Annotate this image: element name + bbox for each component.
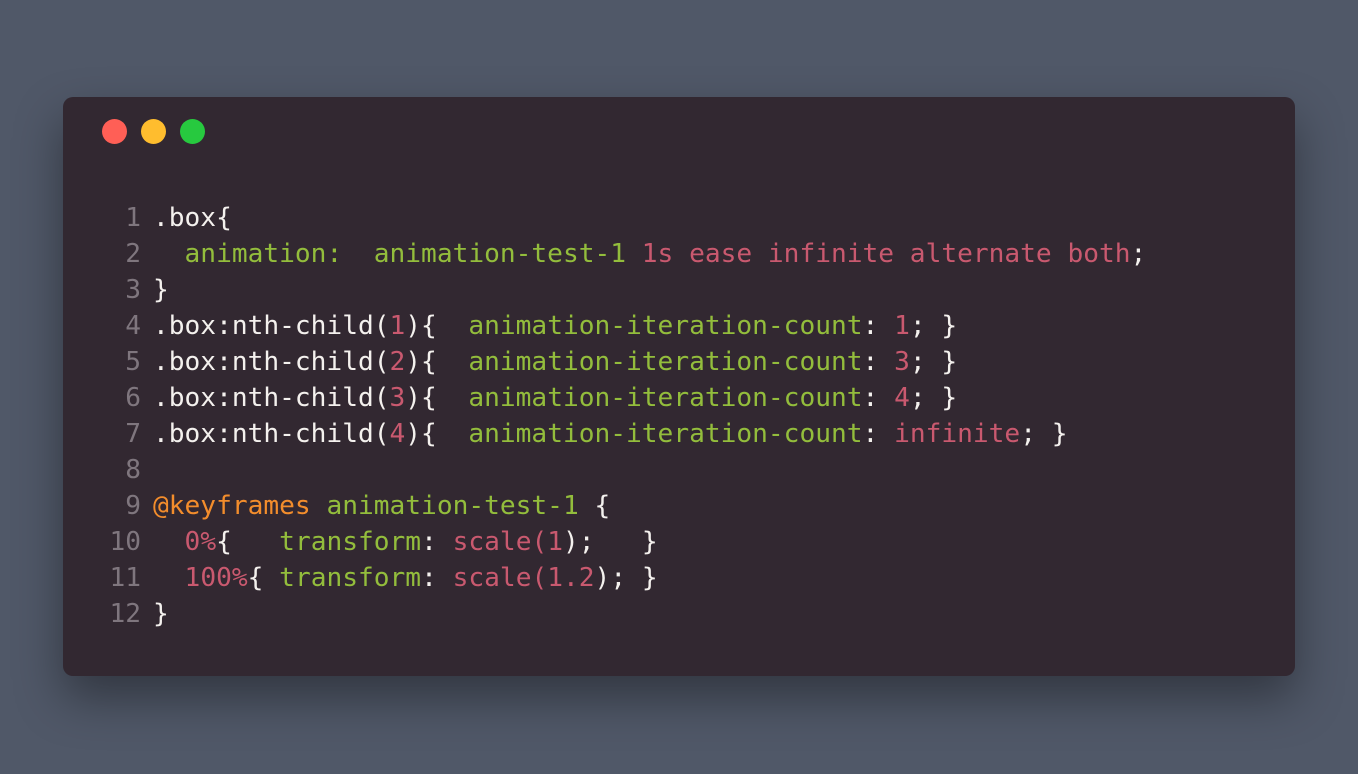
code-token: } — [153, 599, 169, 629]
code-line: 6 .box:nth-child(3){ animation-iteration-… — [63, 380, 1295, 416]
code-token: : — [862, 383, 895, 413]
line-number: 1 — [125, 203, 141, 233]
code-token: : — [862, 347, 895, 377]
code-token: 3 — [894, 347, 910, 377]
code-token: @keyframes — [153, 491, 311, 521]
code-token: .box:nth-child( — [153, 311, 390, 341]
code-token: ){ — [405, 383, 469, 413]
code-line: 11 100%{ transform: scale(1.2); } — [63, 560, 1295, 596]
code-token: animation-test-1 — [326, 491, 579, 521]
code-token: animation-iteration-count — [468, 419, 863, 449]
code-token: 1 — [894, 311, 910, 341]
code-token: animation-iteration-count — [468, 311, 863, 341]
code-token: .box:nth-child( — [153, 419, 390, 449]
close-dot-icon[interactable] — [102, 119, 127, 144]
code-token: 2 — [389, 347, 406, 377]
code-line: 7 .box:nth-child(4){ animation-iteration-… — [63, 416, 1295, 452]
code-block: 1 .box{2 animation: animation-test-1 1s e… — [63, 200, 1295, 632]
window-controls — [102, 119, 205, 144]
code-line: 3} — [63, 272, 1295, 308]
line-number: 11 — [109, 563, 141, 593]
minimize-dot-icon[interactable] — [141, 119, 166, 144]
code-line: 10 0%{ transform: scale(1); } — [63, 524, 1295, 560]
code-token: scale( — [452, 563, 548, 593]
line-number: 5 — [125, 347, 141, 377]
code-token: : — [862, 311, 895, 341]
code-token: { — [216, 527, 280, 557]
code-text: .box:nth-child(2){ animation-iteration-c… — [153, 344, 957, 380]
code-window: 1 .box{2 animation: animation-test-1 1s e… — [63, 97, 1295, 676]
line-number: 4 — [125, 311, 141, 341]
code-token: ){ — [405, 311, 469, 341]
line-number: 9 — [125, 491, 141, 521]
code-token: animation-test-1 — [373, 239, 627, 269]
code-token: animation-iteration-count — [468, 383, 863, 413]
code-token: ); } — [594, 563, 658, 593]
code-token: } — [153, 275, 169, 305]
line-number: 10 — [109, 527, 141, 557]
code-line: 8 — [63, 452, 1295, 488]
code-line: 1 .box{ — [63, 200, 1295, 236]
code-token: 1s ease infinite alternate both — [626, 239, 1131, 269]
code-token: { — [578, 491, 611, 521]
code-token: ; } — [909, 311, 958, 341]
maximize-dot-icon[interactable] — [180, 119, 205, 144]
code-token: .box:nth-child( — [153, 383, 390, 413]
code-token: : — [326, 239, 374, 269]
code-token: 1 — [389, 311, 406, 341]
code-token: 1.2 — [547, 563, 595, 593]
code-text: 100%{ transform: scale(1.2); } — [153, 560, 658, 596]
code-text: .box:nth-child(3){ animation-iteration-c… — [153, 380, 957, 416]
line-number: 7 — [125, 419, 141, 449]
line-number: 2 — [125, 239, 141, 269]
code-line: 12} — [63, 596, 1295, 632]
code-token: transform — [279, 563, 422, 593]
code-token: ; — [1130, 239, 1147, 269]
line-number: 3 — [125, 275, 141, 305]
code-line: 9 @keyframes animation-test-1 { — [63, 488, 1295, 524]
code-token: .box:nth-child( — [153, 347, 390, 377]
code-token: ){ — [405, 347, 469, 377]
code-text: .box:nth-child(1){ animation-iteration-c… — [153, 308, 957, 344]
code-token: : — [421, 563, 453, 593]
code-token: ; } — [909, 383, 958, 413]
code-token: 100% — [184, 563, 248, 593]
line-number: 12 — [109, 599, 141, 629]
code-token: ); } — [563, 527, 658, 557]
code-token: ){ — [405, 419, 469, 449]
code-token: 1 — [547, 527, 564, 557]
line-number: 6 — [125, 383, 141, 413]
code-text: .box:nth-child(4){ animation-iteration-c… — [153, 416, 1068, 452]
code-token: ; } — [1020, 419, 1068, 449]
code-text: 0%{ transform: scale(1); } — [153, 524, 658, 560]
code-token: ; } — [909, 347, 958, 377]
code-token: 4 — [894, 383, 910, 413]
code-token: animation — [153, 239, 327, 269]
code-text: animation: animation-test-1 1s ease infi… — [153, 236, 1147, 272]
code-token: .box{ — [153, 203, 232, 233]
code-text: } — [153, 272, 169, 308]
line-number: 8 — [125, 455, 141, 485]
code-token: : — [862, 419, 895, 449]
code-line: 2 animation: animation-test-1 1s ease in… — [63, 236, 1295, 272]
code-line: 4 .box:nth-child(1){ animation-iteration-… — [63, 308, 1295, 344]
code-token: { — [247, 563, 280, 593]
code-token: transform — [279, 527, 422, 557]
code-text: .box{ — [153, 200, 232, 236]
code-text: } — [153, 596, 169, 632]
code-token: 3 — [389, 383, 406, 413]
code-token: 4 — [389, 419, 406, 449]
code-token: 0% — [184, 527, 217, 557]
code-token: : — [421, 527, 453, 557]
code-token: scale( — [452, 527, 548, 557]
code-token: animation-iteration-count — [468, 347, 863, 377]
code-line: 5 .box:nth-child(2){ animation-iteration-… — [63, 344, 1295, 380]
code-token: infinite — [894, 419, 1021, 449]
code-text: @keyframes animation-test-1 { — [153, 488, 610, 524]
